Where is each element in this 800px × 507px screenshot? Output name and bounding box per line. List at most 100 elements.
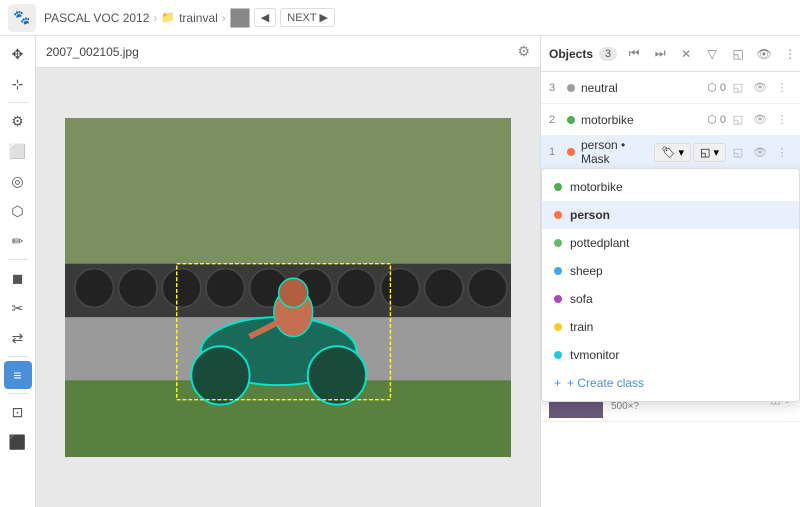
obj-name-person: person • Mask [581,138,648,166]
obj-duplicate[interactable]: ◱ [728,78,748,98]
tool-settings[interactable]: ⚙ [4,107,32,135]
filter-btn[interactable]: ▽ [701,43,723,65]
first-btn[interactable]: ⏮ [623,43,645,65]
toolbar-sep4 [8,393,28,394]
obj-chip: ⬡ 0 [707,81,726,94]
dropdown-dot [554,267,562,275]
breadcrumb-sep2: › [222,11,226,25]
mask-btn[interactable]: ◱ ▾ [693,143,726,162]
dropdown-dot [554,183,562,191]
dropdown-item-train[interactable]: train [542,313,799,341]
tool-cut[interactable]: ✂ [4,294,32,322]
dropdown-item-motorbike[interactable]: motorbike [542,173,799,201]
obj-color-dot [567,116,575,124]
table-row[interactable]: 3 neutral ⬡ 0 ◱ 👁 ⋮ [541,72,800,104]
dropdown-label: sofa [570,292,593,306]
person-row-inner[interactable]: 1 person • Mask 🏷 ▾ ◱ ▾ ◱ 👁 ⋮ [541,136,800,168]
dropdown-label: pottedplant [570,236,629,250]
obj-num: 2 [549,114,561,126]
folder-icon: 📁 [161,11,175,24]
main-layout: ✥ ⊹ ⚙ ⬜ ◎ ⬡ ✏ ◼ ✂ ⇄ ≡ ⊡ ⬛ 2007_002105.jp… [0,36,800,507]
objects-count: 3 [599,47,617,61]
obj-duplicate-person[interactable]: ◱ [728,142,748,162]
app-logo: 🐾 [8,4,36,32]
table-row[interactable]: 2 motorbike ⬡ 0 ◱ 👁 ⋮ [541,104,800,136]
dropdown-dot [554,295,562,303]
create-class-icon: + [554,376,561,390]
create-class-btn[interactable]: + + Create class [542,369,799,397]
toolbar-sep1 [8,102,28,103]
canvas-filename: 2007_002105.jpg [46,45,509,59]
dropdown-dot [554,351,562,359]
obj-visibility[interactable]: 👁 [750,110,770,130]
objects-title: Objects [549,47,593,61]
class-dropdown: motorbike person pottedplant sheep [541,168,800,402]
obj-color-dot [567,148,575,156]
tool-fill[interactable]: ◼ [4,264,32,292]
obj-icons: ⬡ 0 ◱ 👁 ⋮ [707,110,792,130]
dropdown-item-pottedplant[interactable]: pottedplant [542,229,799,257]
remove-btn[interactable]: ✕ [675,43,697,65]
tool-polygon[interactable]: ⬡ [4,197,32,225]
top-bar: 🐾 PASCAL VOC 2012 › 📁 trainval › ◀ NEXT … [0,0,800,36]
objects-header: Objects 3 ⏮ ⏭ ✕ ▽ ◱ 👁 ⋮ [541,36,800,72]
dropdown-label: tvmonitor [570,348,619,362]
tool-point[interactable]: ⊡ [4,398,32,426]
image-meta: 500×? [611,401,762,412]
object-list: 3 neutral ⬡ 0 ◱ 👁 ⋮ 2 motorbike ⬡ 0 ◱ [541,72,800,169]
objects-header-icons: ⏮ ⏭ ✕ ▽ ◱ 👁 ⋮ [623,43,800,65]
dropdown-item-sheep[interactable]: sheep [542,257,799,285]
tool-rect[interactable]: ⬜ [4,137,32,165]
visibility-btn[interactable]: 👁 [753,43,775,65]
tool-circle[interactable]: ◎ [4,167,32,195]
dropdown-label: person [570,208,610,222]
obj-icons: ⬡ 0 ◱ 👁 ⋮ [707,78,792,98]
obj-visibility[interactable]: 👁 [750,78,770,98]
tool-move[interactable]: ✥ [4,40,32,68]
obj-visibility-person[interactable]: 👁 [750,142,770,162]
dropdown-item-tvmonitor[interactable]: tvmonitor [542,341,799,369]
toolbar-sep2 [8,259,28,260]
dropdown-dot [554,211,562,219]
canvas-area: 2007_002105.jpg ⚙ [36,36,540,507]
obj-name: motorbike [581,113,701,127]
tool-merge[interactable]: ⇄ [4,324,32,352]
more-btn[interactable]: ⋮ [779,43,800,65]
dropdown-dot [554,323,562,331]
copy-btn[interactable]: ◱ [727,43,749,65]
person-row: 1 person • Mask 🏷 ▾ ◱ ▾ ◱ 👁 ⋮ mo [541,136,800,169]
nav-prev-btn[interactable]: ◀ [254,8,276,27]
create-class-label: + Create class [567,376,644,390]
tool-tag[interactable]: ⬛ [4,428,32,456]
obj-color-dot [567,84,575,92]
nav-next-btn[interactable]: NEXT ▶ [280,8,335,27]
canvas-svg [65,118,512,458]
breadcrumb: PASCAL VOC 2012 › 📁 trainval › ◀ NEXT ▶ [44,8,335,28]
tool-brush[interactable]: ≡ [4,361,32,389]
obj-duplicate[interactable]: ◱ [728,110,748,130]
right-panel: Objects 3 ⏮ ⏭ ✕ ▽ ◱ 👁 ⋮ 3 neutral ⬡ 0 [540,36,800,507]
left-toolbar: ✥ ⊹ ⚙ ⬜ ◎ ⬡ ✏ ◼ ✂ ⇄ ≡ ⊡ ⬛ [0,36,36,507]
obj-more[interactable]: ⋮ [772,78,792,98]
obj-more-person[interactable]: ⋮ [772,142,792,162]
dropdown-item-sofa[interactable]: sofa [542,285,799,313]
obj-more[interactable]: ⋮ [772,110,792,130]
last-btn[interactable]: ⏭ [649,43,671,65]
project-label: PASCAL VOC 2012 [44,11,149,25]
file-thumb [230,8,250,28]
tag-label-btn[interactable]: 🏷 ▾ [654,143,691,162]
toolbar-sep3 [8,356,28,357]
obj-num: 3 [549,82,561,94]
canvas-settings-btn[interactable]: ⚙ [517,43,530,60]
tool-select[interactable]: ⊹ [4,70,32,98]
person-actions: 🏷 ▾ ◱ ▾ ◱ 👁 ⋮ [654,142,792,162]
obj-num: 1 [549,146,561,158]
obj-chip: ⬡ 0 [707,113,726,126]
dropdown-label: motorbike [570,180,623,194]
canvas-toolbar: 2007_002105.jpg ⚙ [36,36,540,68]
dropdown-item-person[interactable]: person [542,201,799,229]
canvas-container[interactable] [36,68,540,507]
subset-label: trainval [179,11,218,25]
tool-pen[interactable]: ✏ [4,227,32,255]
breadcrumb-sep1: › [153,11,157,25]
